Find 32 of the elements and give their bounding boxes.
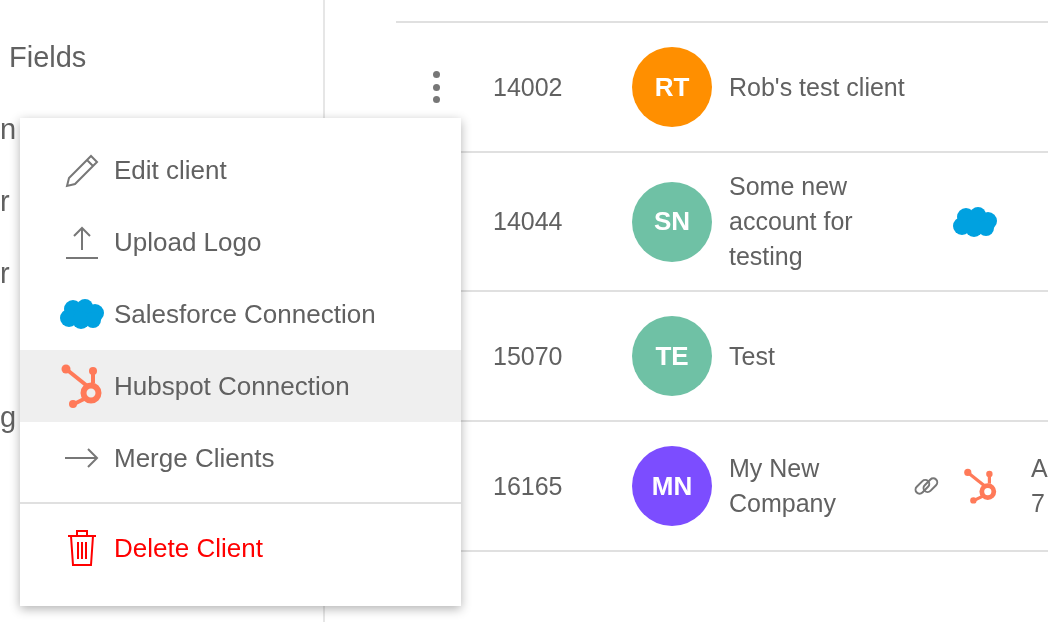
sidebar-item[interactable]: Fields — [9, 40, 87, 74]
cloud-icon — [952, 205, 998, 238]
client-name: My New Company — [728, 453, 837, 519]
avatar: SN — [632, 181, 712, 262]
avatar: TE — [632, 316, 712, 396]
client-id: 14044 — [492, 207, 564, 236]
client-id: 15070 — [492, 341, 564, 371]
menu-item[interactable]: Delete Client — [20, 502, 461, 592]
pencil-icon — [63, 152, 101, 188]
upload-icon — [63, 224, 101, 260]
client-name: Test — [728, 340, 776, 372]
sidebar-item[interactable]: r — [0, 256, 10, 290]
cloud-icon — [59, 298, 105, 330]
sidebar-item[interactable]: r — [0, 184, 10, 218]
more-icon[interactable] — [432, 71, 440, 103]
client-name: Some new account for testing — [728, 171, 854, 272]
sidebar-item[interactable]: n — [0, 112, 17, 146]
menu-item[interactable]: Upload Logo — [20, 206, 461, 278]
table-cell-text: A 7 — [1030, 453, 1048, 519]
menu-item[interactable]: Salesforce Connection — [20, 278, 461, 350]
arrow-icon — [63, 446, 101, 470]
client-id: 16165 — [492, 471, 564, 501]
trash-icon — [66, 529, 98, 567]
avatar: MN — [632, 446, 712, 526]
sidebar-item[interactable]: g — [0, 400, 17, 434]
avatar: RT — [632, 47, 712, 127]
sprocket-icon — [60, 363, 104, 409]
menu-item[interactable]: Merge Clients — [20, 422, 461, 494]
client-id: 14002 — [492, 72, 564, 102]
menu-item[interactable]: Hubspot Connection — [20, 350, 461, 422]
menu-item[interactable]: Edit client — [20, 134, 461, 206]
client-name: Rob's test client — [728, 71, 906, 103]
